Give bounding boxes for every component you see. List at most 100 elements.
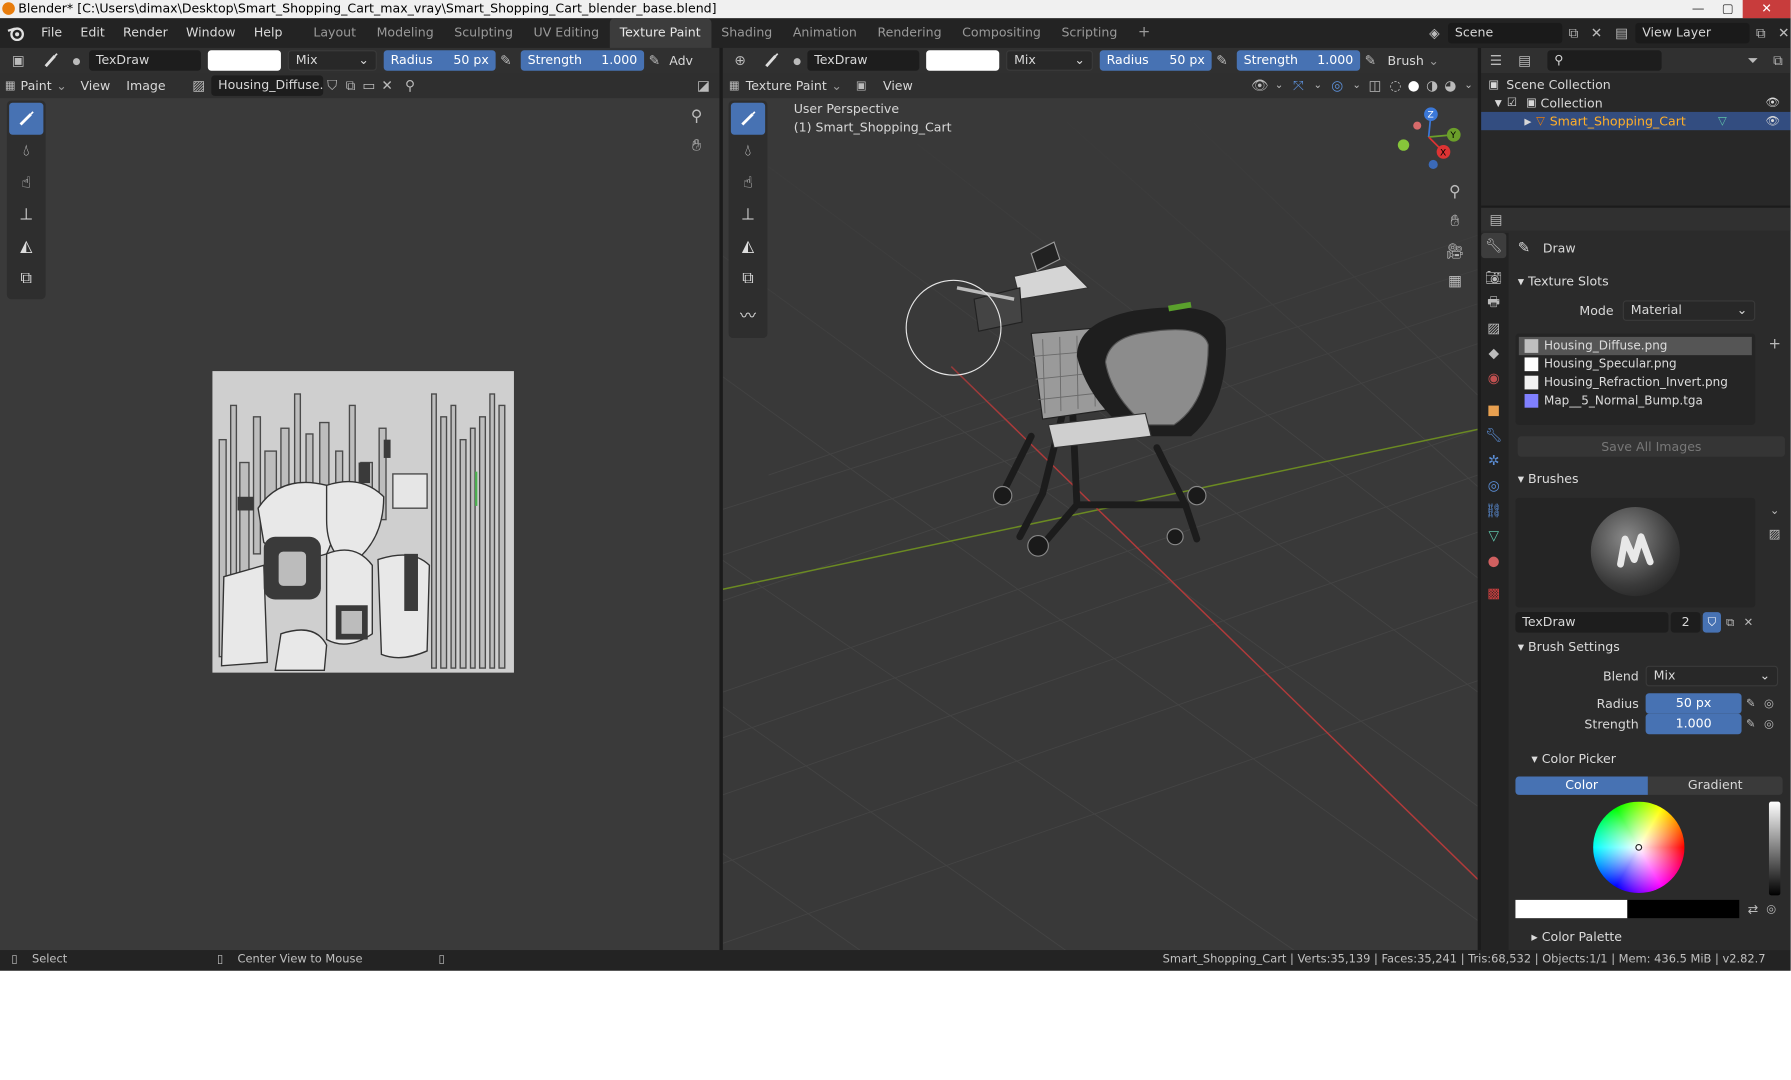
settings-strength-slider[interactable]: 1.000: [1645, 713, 1742, 735]
minimize-button[interactable]: —: [1683, 0, 1713, 18]
menu-help[interactable]: Help: [245, 18, 292, 48]
settings-radius-slider[interactable]: 50 px: [1645, 693, 1742, 714]
color-wheel-cursor[interactable]: [1635, 843, 1643, 851]
fill-tool-icon[interactable]: ◭: [9, 231, 43, 263]
settings-strength-pressure-icon[interactable]: ✎: [1742, 714, 1760, 735]
tab-layout[interactable]: Layout: [303, 18, 366, 48]
value-slider[interactable]: [1768, 801, 1781, 896]
outliner-search-input[interactable]: ⚲: [1547, 50, 1662, 71]
remove-scene-icon[interactable]: ✕: [1585, 22, 1608, 45]
tab-scripting[interactable]: Scripting: [1051, 18, 1127, 48]
color-palette-panel-header[interactable]: ▸ Color Palette: [1525, 925, 1791, 950]
output-tab-icon[interactable]: 🖶︎: [1481, 290, 1506, 315]
open-image-icon[interactable]: ▭: [360, 73, 378, 98]
object-tab-icon[interactable]: ■: [1481, 397, 1506, 422]
blender-menu-icon[interactable]: [0, 21, 32, 46]
outliner-editor-type-icon[interactable]: ☰: [1481, 48, 1511, 73]
brush-color-swatch[interactable]: [207, 50, 281, 71]
texture-slot-1[interactable]: Housing_Specular.png: [1519, 355, 1752, 373]
add-slot-icon[interactable]: +: [1764, 333, 1785, 354]
unlink-image-icon[interactable]: ✕: [378, 73, 396, 98]
texture-image[interactable]: [212, 371, 514, 673]
solid-shading-icon[interactable]: ●: [1405, 73, 1423, 98]
viewport-mask-tool-icon[interactable]: ⧉: [731, 263, 765, 295]
brush-menu[interactable]: Brush: [1388, 53, 1424, 68]
constraints-tab-icon[interactable]: ⛓︎: [1481, 498, 1506, 523]
texture-slot-2[interactable]: Housing_Refraction_Invert.png: [1519, 373, 1752, 391]
modifier-tab-icon[interactable]: 🔧︎: [1481, 423, 1506, 448]
fake-user-icon[interactable]: ⛉: [323, 73, 341, 98]
viewport-strength-pressure-icon[interactable]: ✎: [1360, 48, 1381, 73]
texture-slot-3[interactable]: Map__5_Normal_Bump.tga: [1519, 392, 1752, 410]
color-tab[interactable]: Color: [1515, 776, 1648, 795]
texture-slots-panel-header[interactable]: ▾ Texture Slots: [1511, 270, 1791, 295]
viewport-brush-name-field[interactable]: TexDraw: [807, 50, 920, 71]
unlink-brush-icon[interactable]: ✕: [1739, 612, 1757, 633]
viewport-clone-tool-icon[interactable]: ⊥: [731, 199, 765, 231]
viewport-brush-icon[interactable]: [757, 48, 787, 73]
properties-editor-type-icon[interactable]: ▤: [1481, 208, 1511, 231]
brush-preview-box[interactable]: [1515, 497, 1756, 608]
primary-color-swatch[interactable]: [1515, 899, 1628, 919]
texture-tab-icon[interactable]: ▩: [1481, 580, 1506, 605]
smear-tool-icon[interactable]: ☝︎: [9, 167, 43, 199]
tab-rendering[interactable]: Rendering: [867, 18, 952, 48]
viewport-strength-slider[interactable]: Strength 1.000: [1236, 50, 1361, 71]
brush-name-input[interactable]: TexDraw: [1515, 612, 1669, 633]
zoom-icon[interactable]: ⚲: [683, 103, 710, 130]
display-mode-icon[interactable]: ▤: [1511, 48, 1538, 73]
settings-blend-dropdown[interactable]: Mix ⌄: [1645, 665, 1779, 687]
brushes-panel-header[interactable]: ▾ Brushes: [1511, 467, 1791, 492]
secondary-color-swatch[interactable]: [1627, 899, 1740, 919]
brush-icon[interactable]: [37, 48, 67, 73]
draw-tool-icon[interactable]: [9, 102, 44, 135]
strength-pressure-icon[interactable]: ✎: [644, 48, 665, 73]
view-object-types-icon[interactable]: 👁︎: [1247, 73, 1272, 98]
color-picker-panel-header[interactable]: ▾ Color Picker: [1525, 747, 1791, 772]
settings-radius-unified-icon[interactable]: ◎: [1760, 693, 1778, 714]
shading-options-chevron-icon[interactable]: ⌄: [1459, 73, 1477, 98]
close-button[interactable]: ✕: [1742, 0, 1791, 19]
image-browse-icon[interactable]: ▨: [186, 73, 211, 98]
viewport-mode-dropdown[interactable]: Texture Paint: [746, 78, 827, 93]
soften-tool-icon[interactable]: 💧︎: [9, 135, 43, 167]
add-workspace-button[interactable]: +: [1128, 18, 1161, 48]
unified-color-icon[interactable]: ◎: [1762, 900, 1780, 918]
view-layer-icon[interactable]: ▤: [1608, 22, 1635, 45]
brush-image-icon[interactable]: ▨: [1764, 523, 1785, 544]
tab-animation[interactable]: Animation: [783, 18, 868, 48]
material-tab-icon[interactable]: ●: [1481, 548, 1506, 573]
swap-colors-icon[interactable]: ⇄: [1744, 900, 1762, 918]
xray-toggle-icon[interactable]: ◫: [1364, 73, 1387, 98]
tab-texture-paint[interactable]: Texture Paint: [609, 18, 711, 48]
image-name-field[interactable]: Housing_Diffuse.png: [211, 75, 324, 96]
pin-icon[interactable]: ⚲: [396, 73, 423, 98]
editor-type-icon[interactable]: ▣: [0, 48, 37, 73]
brush-name-field[interactable]: TexDraw: [89, 50, 201, 71]
checkbox-icon[interactable]: ☑: [1502, 96, 1523, 109]
object-visibility-eye-icon[interactable]: 👁︎: [1766, 115, 1791, 128]
scene-icon[interactable]: ◈: [1421, 22, 1448, 45]
tab-shading[interactable]: Shading: [711, 18, 783, 48]
menu-render[interactable]: Render: [114, 18, 177, 48]
filter-icon[interactable]: ⏷: [1740, 48, 1765, 73]
tab-modeling[interactable]: Modeling: [366, 18, 444, 48]
brush-users-count[interactable]: 2: [1670, 612, 1701, 633]
gizmo-chevron-icon[interactable]: ⌄: [1311, 73, 1325, 98]
viewport-brush-data-icon[interactable]: ●: [787, 48, 808, 73]
menu-window[interactable]: Window: [177, 18, 245, 48]
mask-toggle-icon[interactable]: ▣: [851, 73, 872, 98]
viewport-editor-type-icon[interactable]: ⊕: [723, 48, 757, 73]
view-types-chevron-icon[interactable]: ⌄: [1272, 73, 1286, 98]
clone-tool-icon[interactable]: ⊥: [9, 199, 43, 231]
brush-data-icon[interactable]: ●: [66, 48, 87, 73]
settings-radius-pressure-icon[interactable]: ✎: [1742, 693, 1760, 714]
fake-user-shield-icon[interactable]: ⛉: [1702, 612, 1721, 633]
radius-pressure-icon[interactable]: ✎: [496, 48, 517, 73]
mode-dropdown[interactable]: Paint: [21, 78, 52, 93]
radius-slider[interactable]: Radius 50 px: [383, 50, 496, 71]
visibility-eye-icon[interactable]: 👁︎: [1766, 96, 1791, 109]
brush-settings-panel-header[interactable]: ▾ Brush Settings: [1511, 635, 1791, 660]
viewport-view-menu[interactable]: View: [883, 78, 913, 93]
gizmo-toggle-icon[interactable]: ⤧: [1286, 73, 1311, 98]
